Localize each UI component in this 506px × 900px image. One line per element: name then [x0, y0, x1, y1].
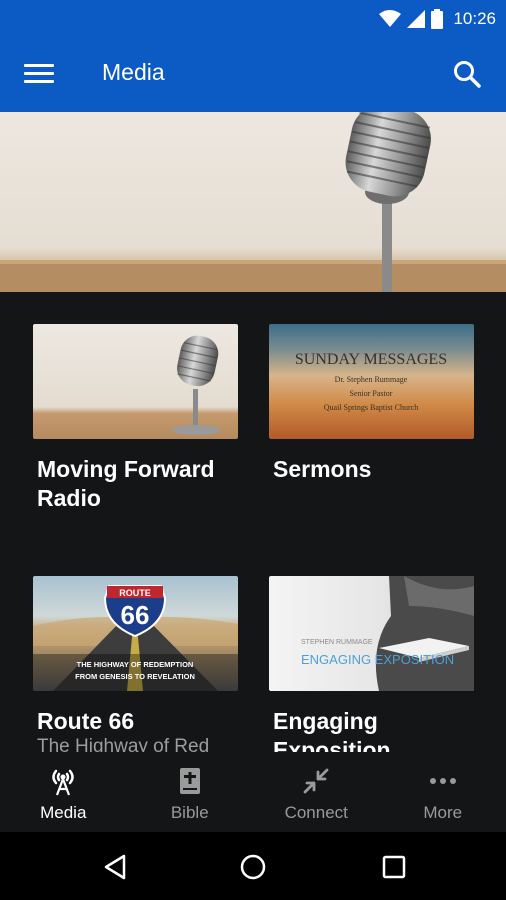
art-heading: SUNDAY MESSAGES — [295, 351, 447, 368]
system-navigation-bar — [0, 832, 506, 900]
cell-signal-icon — [407, 9, 426, 28]
connect-icon — [303, 768, 329, 794]
bible-icon — [179, 768, 200, 794]
nav-item-media[interactable]: Media — [0, 752, 127, 832]
art-line-1: Dr. Stephen Rummage — [335, 375, 408, 384]
nav-label: Connect — [284, 803, 348, 822]
app-bar: Media — [0, 37, 506, 112]
sunday-messages-artwork: SUNDAY MESSAGES Dr. Stephen Rummage Seni… — [295, 351, 447, 412]
card-title: Route 66 — [37, 708, 135, 734]
more-icon — [429, 778, 456, 784]
route-sign-top: ROUTE — [119, 588, 151, 598]
nav-item-bible[interactable]: Bible — [127, 752, 254, 832]
card-thumbnail: SUNDAY MESSAGES Dr. Stephen Rummage Seni… — [269, 324, 474, 439]
hamburger-menu-icon[interactable] — [24, 61, 54, 87]
microphone-image — [0, 112, 506, 292]
wifi-icon — [379, 9, 402, 27]
broadcast-icon — [52, 769, 74, 796]
card-thumbnail — [33, 324, 238, 439]
recents-icon[interactable] — [379, 852, 409, 882]
search-icon[interactable] — [452, 59, 482, 89]
nav-item-connect[interactable]: Connect — [253, 752, 380, 832]
hero-banner — [0, 112, 506, 292]
card-title: Moving Forward Radio — [37, 456, 215, 511]
nav-label: More — [423, 803, 463, 822]
nav-item-more[interactable]: More — [380, 752, 506, 832]
art-line-1: THE HIGHWAY OF REDEMPTION — [77, 660, 194, 669]
microphone-image — [172, 335, 220, 435]
route-sign-number: 66 — [121, 600, 150, 630]
home-icon[interactable] — [238, 852, 268, 882]
status-time: 10:26 — [453, 8, 496, 28]
art-author: STEPHEN RUMMAGE — [301, 639, 373, 646]
route-66-artwork: ROUTE 66 THE HIGHWAY OF REDEMPTION FROM … — [33, 585, 238, 691]
nav-label: Media — [40, 803, 87, 822]
status-icons: 10:26 — [379, 6, 496, 31]
art-line-3: Quail Springs Baptist Church — [324, 403, 418, 412]
card-thumbnail: ROUTE 66 THE HIGHWAY OF REDEMPTION FROM … — [33, 576, 238, 691]
page-title: Media — [102, 59, 165, 85]
card-title: Sermons — [273, 456, 372, 482]
battery-icon — [431, 8, 444, 29]
card-thumbnail: STEPHEN RUMMAGE ENGAGING EXPOSITION — [269, 576, 474, 691]
art-line-2: FROM GENESIS TO REVELATION — [75, 672, 195, 681]
status-bar: 10:26 — [0, 0, 506, 37]
nav-label: Bible — [170, 803, 209, 822]
back-icon[interactable] — [100, 852, 130, 882]
art-heading: ENGAGING EXPOSITION — [301, 652, 454, 667]
app-screen: 10:26 Media Moving Forward Radio SUNDAY … — [0, 0, 506, 900]
art-line-2: Senior Pastor — [350, 389, 393, 398]
bottom-navigation: Media Bible Connect More — [0, 752, 506, 832]
engaging-exposition-artwork: STEPHEN RUMMAGE ENGAGING EXPOSITION — [301, 576, 474, 691]
